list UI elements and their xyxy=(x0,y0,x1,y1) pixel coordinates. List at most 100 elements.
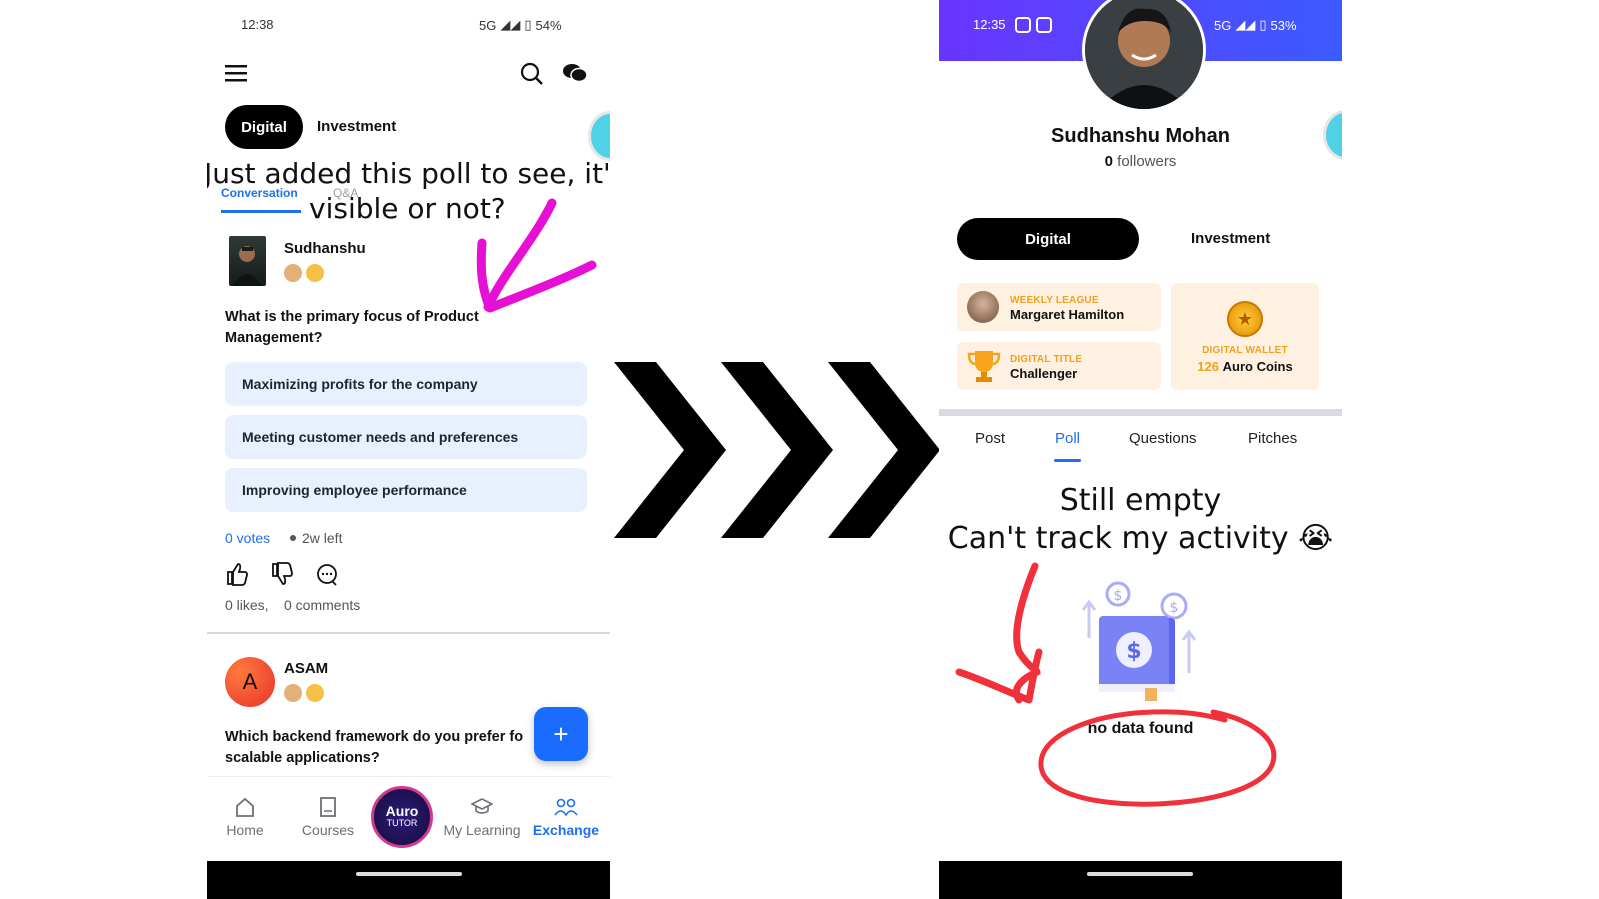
wallet-unit: Auro Coins xyxy=(1222,359,1293,374)
comment-icon[interactable] xyxy=(315,563,339,592)
annotation-circle-icon xyxy=(1038,709,1277,807)
likes-count: 0 likes, xyxy=(225,597,269,613)
chat-icon[interactable] xyxy=(562,62,588,89)
post-divider xyxy=(207,632,610,634)
card-value: Margaret Hamilton xyxy=(1010,307,1125,322)
nav-label: My Learning xyxy=(443,822,521,838)
vote-count[interactable]: 0 votes xyxy=(225,530,270,546)
auro-logo-line2: TUTOR xyxy=(386,818,418,828)
tab-pitches[interactable]: Pitches xyxy=(1248,430,1297,447)
tab-questions[interactable]: Questions xyxy=(1129,430,1197,447)
profile-followers[interactable]: 0 followers xyxy=(939,153,1342,170)
time-left: 2w left xyxy=(290,530,342,546)
avatar-badge-icon xyxy=(284,684,302,702)
coin-icon: ★ xyxy=(1227,301,1263,337)
chevron-right-icon xyxy=(614,362,726,538)
system-nav-bar xyxy=(939,861,1342,899)
svg-text:$: $ xyxy=(1126,639,1141,664)
nav-exchange[interactable]: Exchange xyxy=(524,796,608,838)
instagram-icon xyxy=(1036,17,1052,33)
digital-title-card[interactable]: DIGITAL TITLE Challenger xyxy=(957,342,1161,390)
auro-tutor-button[interactable]: Auro TUTOR xyxy=(371,786,433,848)
avatar xyxy=(229,236,266,286)
trophy-badge-icon xyxy=(306,684,324,702)
poll-question: What is the primary focus of Product Man… xyxy=(225,309,479,346)
annotation-arrow-icon xyxy=(476,198,597,313)
nav-label: Courses xyxy=(301,822,355,838)
graduation-cap-icon xyxy=(471,798,493,814)
nav-courses[interactable]: Courses xyxy=(286,796,370,838)
post-author[interactable]: ASAM xyxy=(284,660,328,677)
chevron-right-icon xyxy=(828,362,940,538)
auro-logo-line1: Auro xyxy=(385,803,419,819)
book-icon xyxy=(320,797,336,817)
avatar: A xyxy=(225,657,275,707)
tab-poll-underline xyxy=(1054,459,1081,462)
dislike-icon[interactable] xyxy=(270,562,294,591)
tab-poll[interactable]: Poll xyxy=(1055,430,1080,447)
empty-wallet-book-icon: $ $ $ xyxy=(1081,581,1197,701)
tab-post[interactable]: Post xyxy=(975,430,1005,447)
status-time: 12:38 xyxy=(241,17,274,32)
author-badges xyxy=(284,684,324,702)
annotation-text-line1: Just added this poll to see, it's xyxy=(207,157,610,190)
home-indicator[interactable] xyxy=(356,872,462,876)
league-avatar xyxy=(967,291,999,323)
home-indicator[interactable] xyxy=(1087,872,1193,876)
card-value: Challenger xyxy=(1010,366,1078,381)
poll-option-1[interactable]: Maximizing profits for the company xyxy=(225,362,587,406)
trophy-icon xyxy=(967,351,1001,382)
dot-separator xyxy=(290,535,296,541)
chevron-right-icon xyxy=(721,362,833,538)
tab-digital[interactable]: Digital xyxy=(225,105,303,149)
card-label: DIGITAL WALLET xyxy=(1202,345,1288,356)
annotation-arrow-icon xyxy=(955,562,1043,704)
annotation-text-line2: Can't track my activity 😭 xyxy=(947,521,1334,556)
tab-investment[interactable]: Investment xyxy=(1191,230,1270,247)
battery-level: 54% xyxy=(535,17,562,33)
annotation-text-line1: Still empty xyxy=(1059,483,1222,518)
comments-count: 0 comments xyxy=(284,597,361,613)
svg-text:$: $ xyxy=(1114,588,1123,604)
tab-digital[interactable]: Digital xyxy=(957,218,1139,260)
search-icon[interactable] xyxy=(520,62,544,91)
nav-label: Home xyxy=(226,822,264,838)
card-label: DIGITAL TITLE xyxy=(1010,354,1083,365)
card-label: WEEKLY LEAGUE xyxy=(1010,295,1099,306)
wallet-amount: 126 xyxy=(1197,359,1219,374)
status-indicators: 5G ◢◢ ▯ 53% xyxy=(1214,17,1297,33)
signal-icon: ◢◢ xyxy=(1235,17,1256,32)
right-phone-screenshot: 12:35 5G ◢◢ ▯ 53% Sudhanshu Mohan 0 foll… xyxy=(939,0,1342,899)
followers-label: followers xyxy=(1117,153,1177,170)
signal-icon: ◢◢ xyxy=(500,17,521,32)
edit-floating-icon[interactable] xyxy=(588,111,610,161)
like-icon[interactable] xyxy=(225,562,249,591)
wallet-balance: 126 Auro Coins xyxy=(1171,359,1319,374)
poll-option-2[interactable]: Meeting customer needs and preferences xyxy=(225,415,587,459)
post-author[interactable]: Sudhanshu xyxy=(284,240,366,257)
nav-label: Exchange xyxy=(532,822,600,838)
home-icon xyxy=(236,797,254,817)
battery-icon: ▯ xyxy=(524,17,532,32)
digital-wallet-card[interactable]: ★ DIGITAL WALLET 126 Auro Coins xyxy=(1171,283,1319,390)
svg-text:$: $ xyxy=(1170,600,1179,616)
subtab-underline xyxy=(221,210,301,213)
system-nav-bar xyxy=(207,861,610,899)
time-left-label: 2w left xyxy=(302,530,343,546)
poll-option-3[interactable]: Improving employee performance xyxy=(225,468,587,512)
weekly-league-card[interactable]: WEEKLY LEAGUE Margaret Hamilton xyxy=(957,283,1161,331)
battery-icon: ▯ xyxy=(1259,17,1267,32)
profile-avatar[interactable] xyxy=(1082,0,1206,112)
nav-my-learning[interactable]: My Learning xyxy=(439,796,525,838)
followers-count: 0 xyxy=(1104,153,1113,170)
profile-name: Sudhanshu Mohan xyxy=(1051,125,1230,147)
status-indicators: 5G ◢◢ ▯ 54% xyxy=(479,17,562,33)
avatar-badge-icon xyxy=(284,264,302,282)
tab-investment[interactable]: Investment xyxy=(317,118,396,135)
status-time: 12:35 xyxy=(973,17,1006,32)
menu-icon[interactable] xyxy=(225,64,247,87)
battery-level: 53% xyxy=(1270,17,1297,33)
nav-home[interactable]: Home xyxy=(207,796,287,838)
add-post-button[interactable]: + xyxy=(534,707,588,761)
exchange-icon xyxy=(554,798,578,817)
